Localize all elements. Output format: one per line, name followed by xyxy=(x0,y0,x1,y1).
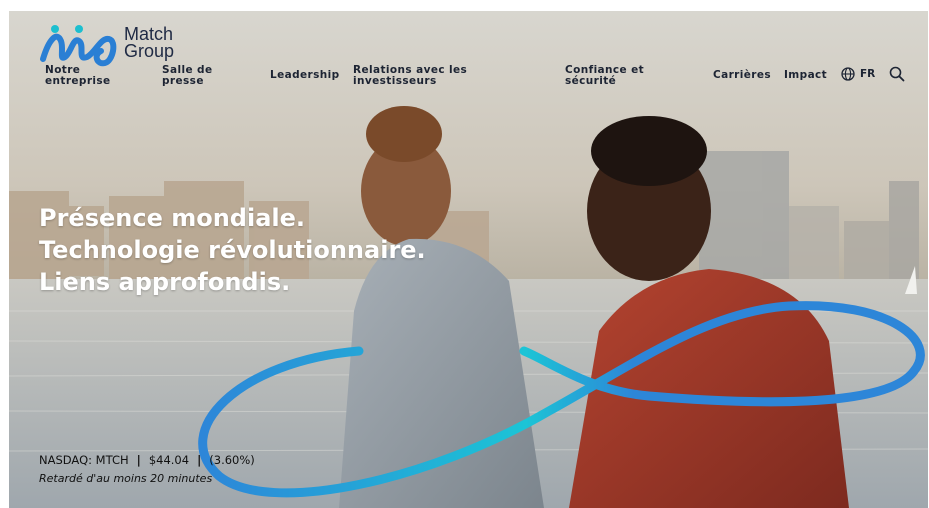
language-label: FR xyxy=(860,68,876,80)
site-header: Match Group Notre entreprise Salle de pr… xyxy=(9,11,928,91)
nav-item-relations-investisseurs[interactable]: Relations avec les investisseurs xyxy=(353,65,467,87)
nav-label-line2: entreprise xyxy=(45,75,111,87)
stock-change: (3.60%) xyxy=(209,453,255,467)
globe-icon xyxy=(841,67,855,81)
brand-name-line2: Group xyxy=(124,41,175,61)
headline-line: Liens approfondis. xyxy=(39,268,291,296)
headline-line: Technologie révolutionnaire. xyxy=(39,236,426,264)
nav-item-notre-entreprise[interactable]: Notre entreprise xyxy=(45,65,111,87)
nav-item-leadership[interactable]: Leadership xyxy=(270,70,340,81)
headline-line: Présence mondiale. xyxy=(39,204,306,232)
nav-label-line1: Carrières xyxy=(713,69,772,81)
nav-item-confiance-securite[interactable]: Confiance et sécurité xyxy=(565,65,644,87)
separator: | xyxy=(197,453,202,467)
brand-name: Match Group xyxy=(124,25,175,61)
stock-symbol: NASDAQ: MTCH xyxy=(39,453,129,467)
language-switcher[interactable]: FR xyxy=(841,67,875,81)
nav-label-line2: investisseurs xyxy=(353,75,437,87)
nav-label-line1: Leadership xyxy=(270,69,340,81)
stock-ticker: NASDAQ: MTCH | $44.04 | (3.60%) xyxy=(39,453,255,467)
nav-label-line2: sécurité xyxy=(565,75,617,87)
nav-label-line2: presse xyxy=(162,75,204,87)
nav-item-carrieres[interactable]: Carrières xyxy=(713,70,771,81)
separator: | xyxy=(136,453,141,467)
stock-price: $44.04 xyxy=(148,453,190,467)
hero-headline: Présence mondiale. Technologie révolutio… xyxy=(39,202,426,298)
search-icon[interactable] xyxy=(889,66,905,82)
page-frame: Match Group Notre entreprise Salle de pr… xyxy=(9,11,928,508)
stock-delay-note: Retardé d'au moins 20 minutes xyxy=(39,472,213,485)
nav-label-line1: Impact xyxy=(784,69,828,81)
nav-item-impact[interactable]: Impact xyxy=(784,70,827,81)
nav-item-salle-de-presse[interactable]: Salle de presse xyxy=(162,65,212,87)
